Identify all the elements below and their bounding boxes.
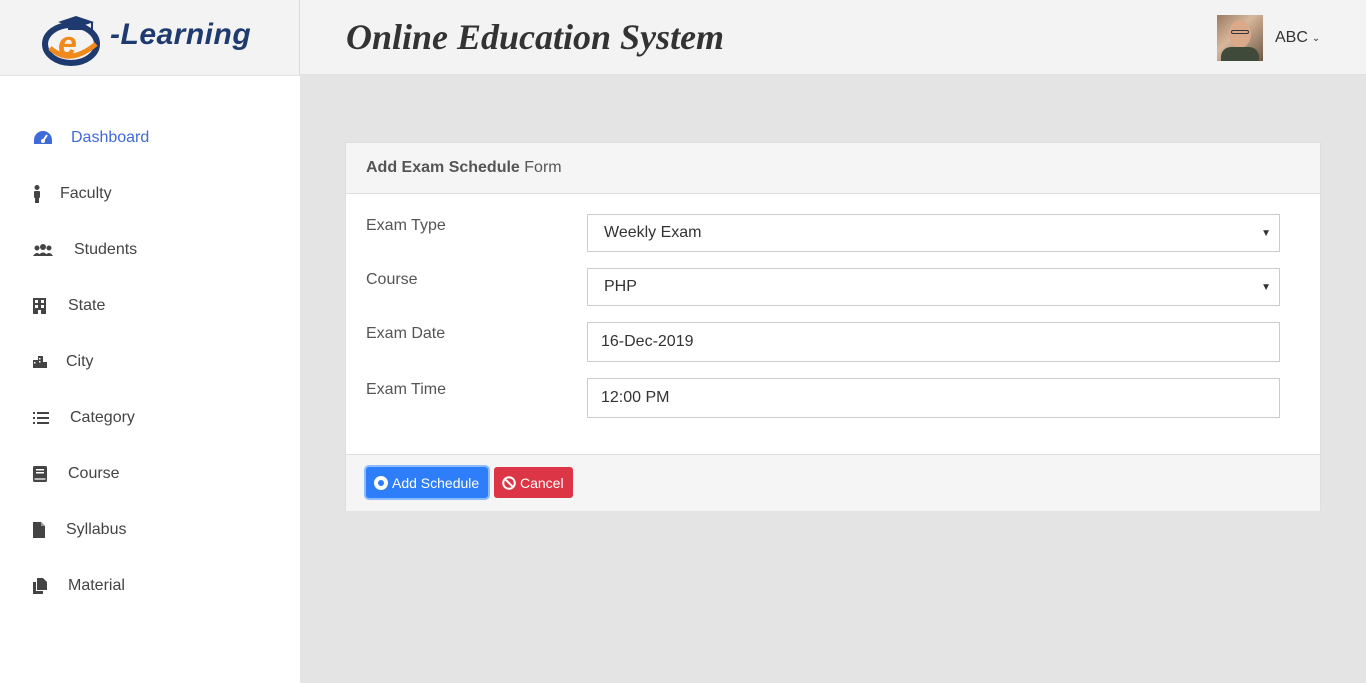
exam-date-value: 16-Dec-2019 bbox=[601, 333, 694, 350]
user-menu[interactable]: ABC ⌄ bbox=[1217, 15, 1320, 61]
sidebar-item-faculty[interactable]: Faculty bbox=[33, 182, 112, 206]
exam-date-input[interactable]: 16-Dec-2019 bbox=[587, 322, 1280, 362]
list-icon bbox=[33, 412, 70, 424]
exam-type-label: Exam Type bbox=[366, 217, 446, 234]
sidebar-item-dashboard[interactable]: Dashboard bbox=[33, 126, 149, 150]
site-title: Online Education System bbox=[346, 17, 725, 57]
svg-text:e: e bbox=[58, 25, 77, 63]
exam-type-select[interactable]: Weekly Exam ▼ bbox=[587, 214, 1280, 252]
sidebar-item-label: Course bbox=[68, 465, 120, 482]
exam-date-label: Exam Date bbox=[366, 325, 446, 342]
building-icon bbox=[33, 298, 68, 314]
sidebar-item-label: State bbox=[68, 297, 106, 314]
top-bar: e -Learning Online Education System ABC … bbox=[0, 0, 1366, 75]
files-icon bbox=[33, 578, 68, 594]
logo[interactable]: e -Learning bbox=[0, 0, 300, 75]
sidebar-item-label: Faculty bbox=[60, 185, 112, 202]
sidebar-item-label: Material bbox=[68, 577, 125, 594]
exam-schedule-form: Add Exam Schedule Form Exam Type Weekly … bbox=[345, 142, 1321, 511]
ban-icon bbox=[502, 475, 516, 490]
sidebar-item-syllabus[interactable]: Syllabus bbox=[33, 518, 126, 542]
caret-down-icon: ▼ bbox=[1261, 282, 1271, 293]
form-footer: Add Schedule Cancel bbox=[346, 454, 1320, 511]
logo-text: -Learning bbox=[110, 18, 252, 51]
sidebar-item-city[interactable]: City bbox=[33, 350, 94, 374]
person-icon bbox=[33, 185, 60, 203]
course-value: PHP bbox=[604, 278, 637, 295]
add-schedule-button[interactable]: Add Schedule bbox=[366, 467, 488, 498]
sidebar-item-course[interactable]: Course bbox=[33, 462, 120, 486]
course-select[interactable]: PHP ▼ bbox=[587, 268, 1280, 306]
cancel-label: Cancel bbox=[520, 474, 564, 491]
user-name[interactable]: ABC bbox=[1275, 29, 1308, 47]
exam-type-value: Weekly Exam bbox=[604, 224, 702, 241]
plus-circle-icon bbox=[374, 475, 388, 490]
dashboard-icon bbox=[33, 130, 71, 146]
sidebar-item-label: Dashboard bbox=[71, 129, 150, 146]
course-label: Course bbox=[366, 271, 418, 288]
sidebar-item-category[interactable]: Category bbox=[33, 406, 135, 430]
sidebar-item-label: Students bbox=[74, 241, 138, 258]
exam-time-input[interactable]: 12:00 PM bbox=[587, 378, 1280, 418]
cancel-button[interactable]: Cancel bbox=[494, 467, 573, 498]
add-schedule-label: Add Schedule bbox=[392, 474, 480, 491]
sidebar-item-state[interactable]: State bbox=[33, 294, 105, 318]
sidebar-item-label: Syllabus bbox=[66, 521, 127, 538]
file-icon bbox=[33, 522, 66, 538]
city-icon bbox=[33, 356, 66, 368]
book-icon bbox=[33, 466, 68, 482]
sidebar: Dashboard Faculty Students State City Ca… bbox=[0, 76, 300, 683]
sidebar-item-material[interactable]: Material bbox=[33, 574, 125, 598]
exam-time-label: Exam Time bbox=[366, 381, 447, 398]
e-learning-logo-icon: e bbox=[42, 16, 100, 66]
form-title-suffix: Form bbox=[524, 159, 562, 176]
sidebar-item-label: Category bbox=[70, 409, 135, 426]
caret-down-icon: ▼ bbox=[1261, 228, 1271, 239]
users-icon bbox=[33, 244, 74, 256]
sidebar-item-label: City bbox=[66, 353, 94, 370]
avatar[interactable] bbox=[1217, 15, 1263, 61]
exam-time-value: 12:00 PM bbox=[601, 389, 670, 406]
form-header: Add Exam Schedule Form bbox=[346, 143, 1320, 194]
chevron-down-icon[interactable]: ⌄ bbox=[1312, 33, 1320, 44]
sidebar-item-students[interactable]: Students bbox=[33, 238, 137, 262]
form-title: Add Exam Schedule bbox=[366, 159, 520, 176]
